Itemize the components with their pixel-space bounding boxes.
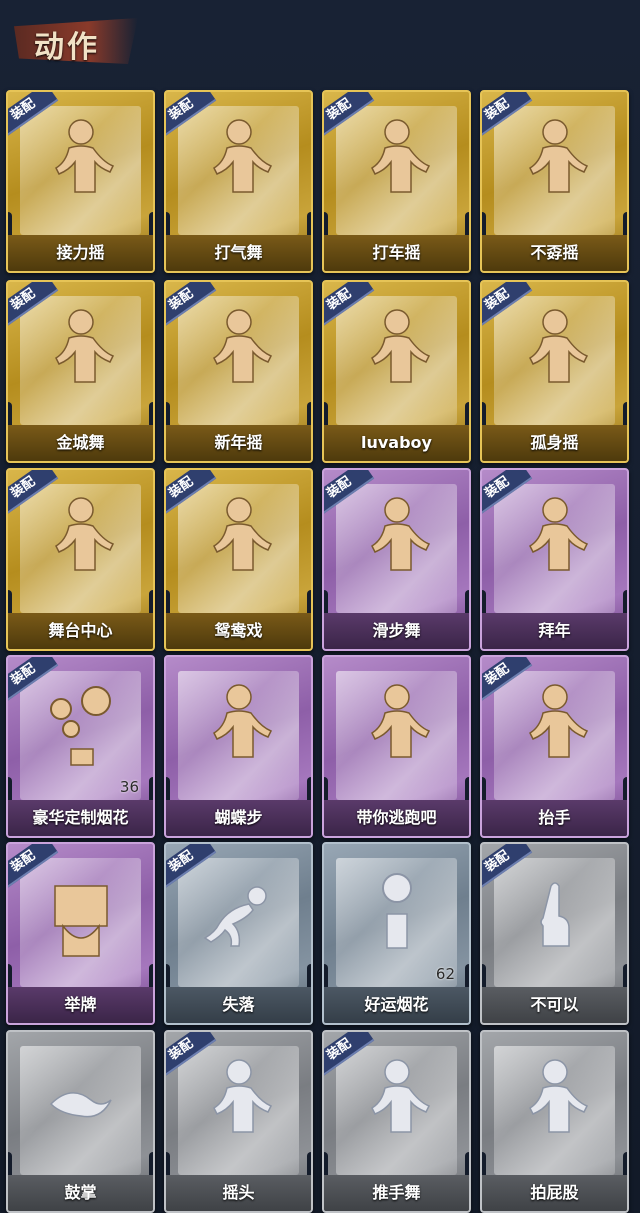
dance-figure-icon <box>357 492 437 588</box>
emote-card[interactable]: 孤身摇 装配 <box>480 280 629 463</box>
emote-card[interactable]: 打车摇 装配 <box>322 90 471 273</box>
emote-card[interactable]: 摇头 装配 <box>164 1030 313 1213</box>
emote-label: 接力摇 <box>8 235 153 271</box>
emote-label: 打车摇 <box>324 235 469 271</box>
section-header: 动作 <box>6 4 138 78</box>
emote-card[interactable]: 36 豪华定制烟花 装配 <box>6 655 155 838</box>
dance-figure-icon <box>199 304 279 400</box>
dance-figure-icon <box>199 679 279 775</box>
emote-label: 不孬摇 <box>482 235 627 271</box>
emote-label: 鼓掌 <box>8 1175 153 1211</box>
page-title: 动作 <box>34 30 100 65</box>
item-count: 36 <box>119 778 139 796</box>
emote-label: 带你逃跑吧 <box>324 800 469 836</box>
emote-label: 失落 <box>166 987 311 1023</box>
dance-figure-icon <box>515 114 595 210</box>
firework-can-icon <box>357 866 437 962</box>
dance-figure-icon <box>357 304 437 400</box>
emote-card[interactable]: 拍屁股 <box>480 1030 629 1213</box>
emote-card[interactable]: 推手舞 装配 <box>322 1030 471 1213</box>
emote-card[interactable]: 62 好运烟花 <box>322 842 471 1025</box>
dance-figure-icon <box>41 492 121 588</box>
emote-label: 摇头 <box>166 1175 311 1211</box>
emote-card[interactable]: 鼓掌 <box>6 1030 155 1213</box>
emote-label: 新年摇 <box>166 425 311 461</box>
emote-label: 舞台中心 <box>8 613 153 649</box>
action-gallery: 接力摇 装配 打气舞 装配 打车摇 装配 不孬摇 装配金城舞 装配 新年摇 装配 luvaboy 装配孤… <box>0 0 640 1213</box>
emote-label: 豪华定制烟花 <box>8 800 153 836</box>
dance-figure-icon <box>41 304 121 400</box>
dance-figure-icon <box>515 304 595 400</box>
emote-label: 拜年 <box>482 613 627 649</box>
clapping-hands-icon <box>41 1054 121 1150</box>
dance-figure-icon <box>199 492 279 588</box>
dance-figure-icon <box>357 114 437 210</box>
emote-label: 好运烟花 <box>324 987 469 1023</box>
emote-card[interactable]: 鸳鸯戏 装配 <box>164 468 313 651</box>
emote-label: 不可以 <box>482 987 627 1023</box>
emote-card[interactable]: 不可以 装配 <box>480 842 629 1025</box>
emote-card[interactable]: 打气舞 装配 <box>164 90 313 273</box>
emote-card[interactable]: 滑步舞 装配 <box>322 468 471 651</box>
emote-card[interactable]: 金城舞 装配 <box>6 280 155 463</box>
emote-label: 举牌 <box>8 987 153 1023</box>
hold-sign-icon <box>41 866 121 962</box>
finger-wag-icon <box>515 866 595 962</box>
item-count: 62 <box>435 965 455 983</box>
emote-card[interactable]: 接力摇 装配 <box>6 90 155 273</box>
emote-label: luvaboy <box>324 425 469 461</box>
raise-hand-figure-icon <box>515 679 595 775</box>
emote-card[interactable]: 不孬摇 装配 <box>480 90 629 273</box>
emote-label: 滑步舞 <box>324 613 469 649</box>
emote-label: 推手舞 <box>324 1175 469 1211</box>
emote-label: 拍屁股 <box>482 1175 627 1211</box>
emote-card[interactable]: 抬手 装配 <box>480 655 629 838</box>
head-shake-figure-icon <box>199 1054 279 1150</box>
emote-label: 抬手 <box>482 800 627 836</box>
emote-card[interactable]: 新年摇 装配 <box>164 280 313 463</box>
emote-card[interactable]: 失落 装配 <box>164 842 313 1025</box>
dance-figure-icon <box>357 679 437 775</box>
fireworks-icon <box>41 679 121 775</box>
emote-card[interactable]: 带你逃跑吧 <box>322 655 471 838</box>
emote-grid: 接力摇 装配 打气舞 装配 打车摇 装配 不孬摇 装配金城舞 装配 新年摇 装配 luvaboy 装配孤… <box>0 0 640 1213</box>
emote-label: 蝴蝶步 <box>166 800 311 836</box>
bow-figure-icon <box>515 492 595 588</box>
butt-slap-figure-icon <box>515 1054 595 1150</box>
emote-label: 鸳鸯戏 <box>166 613 311 649</box>
emote-label: 打气舞 <box>166 235 311 271</box>
kneeling-figure-icon <box>199 866 279 962</box>
emote-card[interactable]: luvaboy 装配 <box>322 280 471 463</box>
emote-card[interactable]: 蝴蝶步 <box>164 655 313 838</box>
push-dance-figure-icon <box>357 1054 437 1150</box>
dance-figure-icon <box>199 114 279 210</box>
emote-card[interactable]: 舞台中心 装配 <box>6 468 155 651</box>
emote-card[interactable]: 举牌 装配 <box>6 842 155 1025</box>
emote-card[interactable]: 拜年 装配 <box>480 468 629 651</box>
emote-label: 孤身摇 <box>482 425 627 461</box>
dance-figure-icon <box>41 114 121 210</box>
emote-label: 金城舞 <box>8 425 153 461</box>
